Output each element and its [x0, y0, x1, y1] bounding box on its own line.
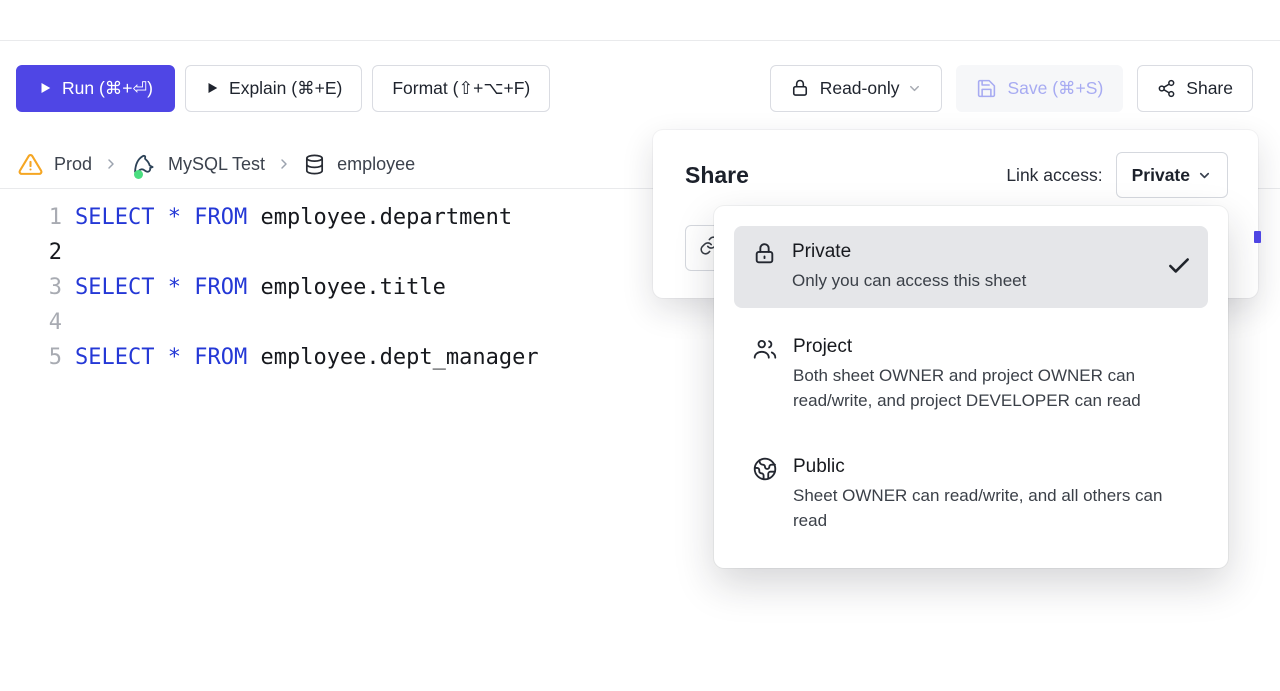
mysql-dolphin-icon: [130, 151, 157, 178]
play-icon: [38, 81, 52, 95]
save-button[interactable]: Save (⌘+S): [956, 65, 1123, 112]
access-option-description: Sheet OWNER can read/write, and all othe…: [793, 483, 1192, 533]
access-option-text: Public Sheet OWNER can read/write, and al…: [793, 454, 1192, 533]
instance-name: MySQL Test: [168, 154, 265, 175]
lock-icon: [790, 78, 810, 98]
code-text: SELECT * FROM employee.department: [75, 200, 512, 235]
run-button-label: Run (⌘+⏎): [62, 78, 153, 99]
code-text: SELECT * FROM employee.title: [75, 270, 446, 305]
explain-button-label: Explain (⌘+E): [229, 78, 342, 99]
readonly-mode-button[interactable]: Read-only: [770, 65, 943, 112]
access-option-description: Both sheet OWNER and project OWNER can r…: [793, 363, 1192, 413]
line-number: 4: [0, 305, 62, 340]
chevron-down-icon: [907, 81, 922, 96]
format-button[interactable]: Format (⇧+⌥+F): [372, 65, 550, 112]
play-icon: [205, 81, 219, 95]
globe-icon: [752, 456, 778, 482]
line-number: 2: [0, 235, 62, 270]
toolbar: Run (⌘+⏎) Explain (⌘+E) Format (⇧+⌥+F) R…: [0, 64, 1280, 112]
toolbar-right-group: Read-only Save (⌘+S) Share: [770, 65, 1253, 112]
check-icon: [1166, 253, 1192, 279]
line-number: 5: [0, 340, 62, 375]
hidden-copy-button-fragment: [1254, 231, 1261, 243]
line-number: 3: [0, 270, 62, 305]
code-text: SELECT * FROM employee.dept_manager: [75, 340, 539, 375]
access-option-public[interactable]: Public Sheet OWNER can read/write, and al…: [734, 441, 1208, 548]
access-option-title: Public: [793, 454, 1192, 480]
access-option-project[interactable]: Project Both sheet OWNER and project OWNE…: [734, 321, 1208, 428]
chevron-right-icon: [276, 156, 292, 172]
share-button-label: Share: [1186, 78, 1233, 99]
access-option-text: Private Only you can access this sheet: [792, 239, 1026, 293]
lock-icon: [752, 241, 777, 266]
sql-editor-app: Run (⌘+⏎) Explain (⌘+E) Format (⇧+⌥+F) R…: [0, 0, 1280, 691]
link-access-menu: Private Only you can access this sheet Pro…: [714, 206, 1228, 568]
connection-status-dot: [134, 170, 143, 179]
format-button-label: Format (⇧+⌥+F): [392, 78, 530, 99]
warning-triangle-icon: [18, 152, 43, 177]
run-button[interactable]: Run (⌘+⏎): [16, 65, 175, 112]
link-access-label: Link access:: [1006, 165, 1102, 186]
line-number: 1: [0, 200, 62, 235]
breadcrumb-database[interactable]: employee: [303, 153, 415, 176]
access-option-title: Private: [792, 239, 1026, 265]
readonly-label: Read-only: [820, 78, 900, 99]
explain-button[interactable]: Explain (⌘+E): [185, 65, 362, 112]
share-popover-title: Share: [685, 162, 749, 189]
breadcrumb-instance[interactable]: MySQL Test: [130, 151, 265, 178]
share-button[interactable]: Share: [1137, 65, 1253, 112]
access-option-title: Project: [793, 334, 1192, 360]
floppy-save-icon: [976, 78, 997, 99]
database-name: employee: [337, 154, 415, 175]
toolbar-left-group: Run (⌘+⏎) Explain (⌘+E) Format (⇧+⌥+F): [16, 65, 550, 112]
chevron-right-icon: [103, 156, 119, 172]
link-access-control: Link access: Private: [1006, 152, 1228, 198]
chevron-down-icon: [1197, 168, 1212, 183]
access-option-text: Project Both sheet OWNER and project OWNE…: [793, 334, 1192, 413]
access-option-description: Only you can access this sheet: [792, 268, 1026, 293]
share-nodes-icon: [1157, 79, 1176, 98]
database-icon: [303, 153, 326, 176]
save-button-label: Save (⌘+S): [1007, 78, 1103, 99]
top-strip: [0, 0, 1280, 41]
breadcrumb-environment[interactable]: Prod: [18, 152, 92, 177]
users-icon: [752, 336, 778, 362]
link-access-value: Private: [1132, 165, 1190, 186]
link-access-dropdown-button[interactable]: Private: [1116, 152, 1228, 198]
environment-name: Prod: [54, 154, 92, 175]
share-popover-header: Share Link access: Private: [653, 130, 1258, 198]
access-option-private[interactable]: Private Only you can access this sheet: [734, 226, 1208, 308]
